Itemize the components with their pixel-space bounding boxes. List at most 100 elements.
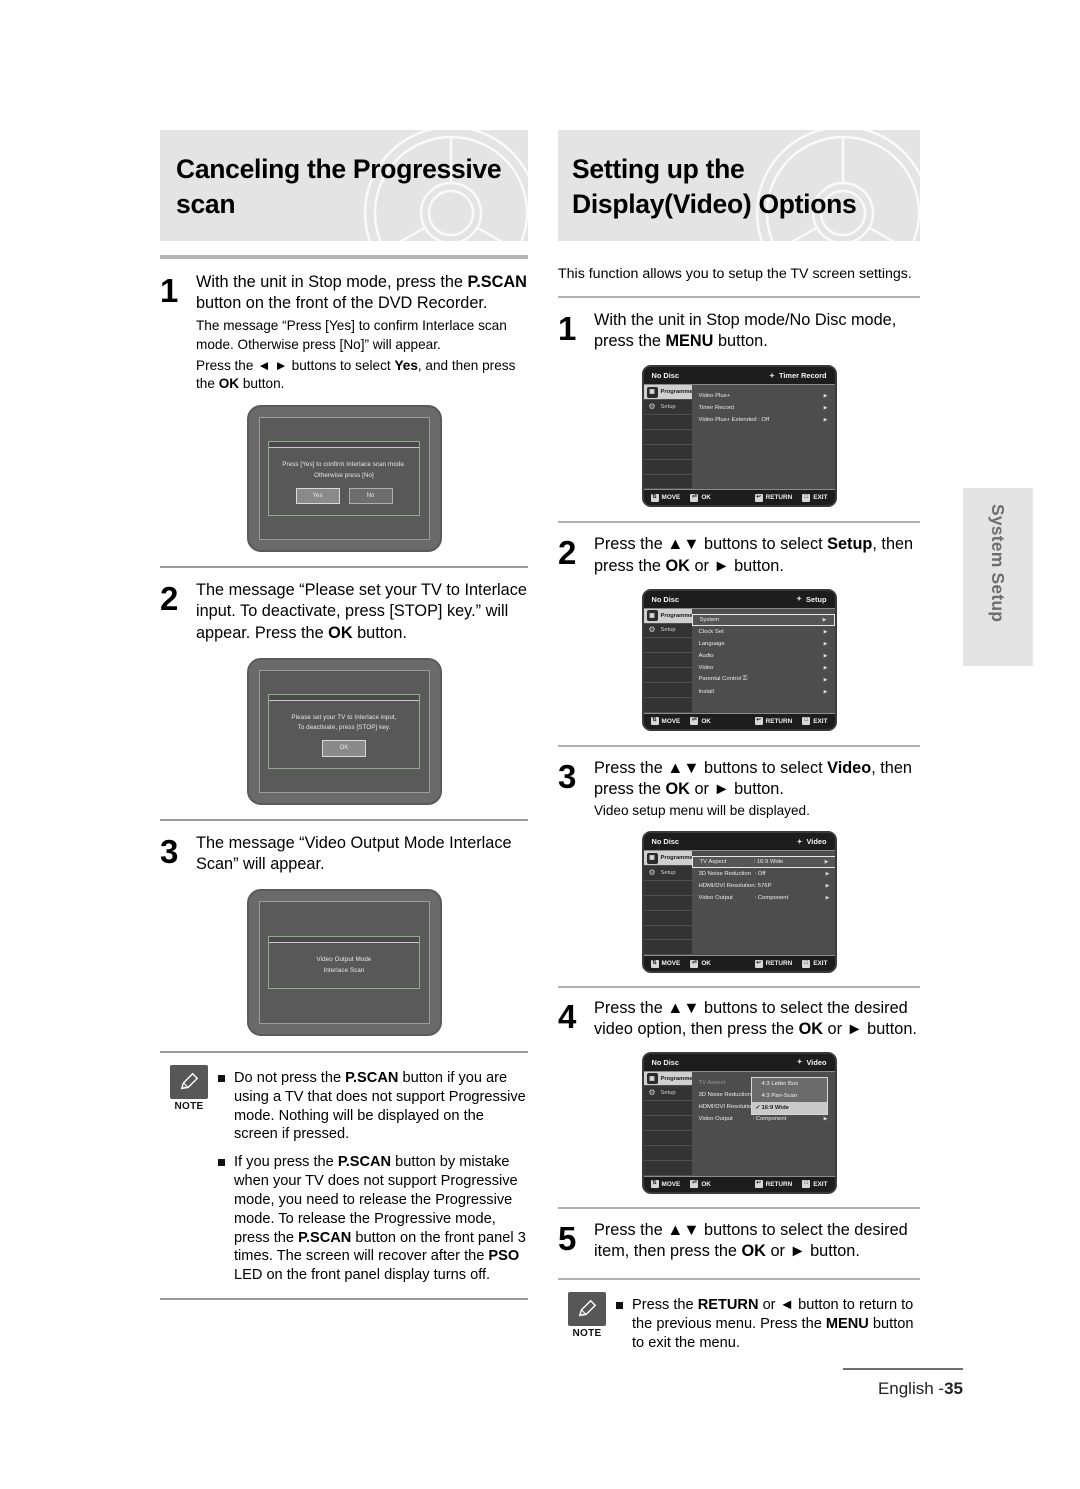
osd-ok-hint: ⏎ OK bbox=[690, 493, 711, 502]
pencil-glyph-icon bbox=[578, 1299, 597, 1317]
left-step-2: 2 The message “Please set your TV to Int… bbox=[160, 580, 528, 644]
osd-menu-item[interactable]: Clock Set ▶ bbox=[692, 626, 835, 638]
sidebar-item-programme[interactable]: ▣ Programme bbox=[643, 385, 693, 401]
n2g: LED on the front panel display turns off… bbox=[234, 1267, 491, 1284]
sidebar-blank bbox=[643, 940, 692, 956]
side-tab-label: System Setup bbox=[988, 504, 1008, 623]
dropdown-option-16-9-wide[interactable]: ✓ 16:9 Wide bbox=[751, 1101, 827, 1114]
tv-yes-button[interactable]: Yes bbox=[295, 487, 340, 505]
footer-text: English -35 bbox=[843, 1379, 963, 1399]
osd-menu-item[interactable]: Video Plus+ Extended : Off ▶ bbox=[692, 414, 835, 426]
osd-menu-item[interactable]: Audio ▶ bbox=[692, 650, 835, 662]
tv-dialog-1: Press [Yes] to confirm Interlace scan mo… bbox=[268, 441, 420, 517]
n1b: P.SCAN bbox=[345, 1070, 399, 1087]
tv-ok-button[interactable]: OK bbox=[322, 740, 366, 757]
left-step-2-number: 2 bbox=[160, 580, 179, 618]
osd-menu-item[interactable]: HDMI/DVI Resolution: 576P ▶ bbox=[692, 880, 835, 892]
osd-menu-item[interactable]: Language ▶ bbox=[692, 638, 835, 650]
ok-icon: ⏎ bbox=[690, 959, 699, 968]
osd-menu-item-label: Video Output bbox=[698, 895, 733, 902]
osd-return-label: RETURN bbox=[765, 717, 793, 725]
footer-rule bbox=[843, 1368, 963, 1370]
osd-1-sidebar: ▣ Programme ⚙ Setup bbox=[643, 385, 693, 490]
sidebar-blank bbox=[643, 698, 692, 713]
sidebar-item-setup[interactable]: ⚙ Setup bbox=[643, 1086, 692, 1102]
osd-2-topbar: No Disc ✦ Setup bbox=[643, 590, 835, 609]
r1-menu: MENU bbox=[665, 332, 714, 351]
osd-menu-item[interactable]: Timer Record ▶ bbox=[692, 402, 835, 414]
left-note-item-1-text: Do not press the P.SCAN button if you ar… bbox=[234, 1069, 528, 1144]
diamond-icon: ✦ bbox=[796, 1059, 803, 1067]
right-step-4-text: Press the ▲▼ buttons to select the desir… bbox=[594, 998, 920, 1040]
bullet-icon bbox=[218, 1075, 225, 1083]
tv-aspect-dropdown[interactable]: 4:3 Letter Box 4:3 Pan-Scan ✓ 16:9 Wide bbox=[750, 1076, 828, 1115]
osd-menu-item[interactable]: 3D Noise Reduction: Off ▶ bbox=[692, 868, 835, 880]
tv-dialog-3-line2: Interlace Scan bbox=[323, 967, 365, 975]
right-note-body: Press the RETURN or ◄ button to return t… bbox=[616, 1292, 920, 1361]
osd-1-middle: ▣ Programme ⚙ Setup Video Plus+ ▶ Timer Rec… bbox=[643, 385, 835, 490]
osd-menu-item-label: 3D Noise Reduction bbox=[698, 871, 751, 878]
rn-menu: MENU bbox=[825, 1315, 869, 1332]
rn-return: RETURN bbox=[697, 1296, 759, 1313]
chevron-right-icon: ▶ bbox=[823, 405, 828, 412]
osd-menu-item-label: Video bbox=[698, 664, 714, 671]
pencil-glyph-icon bbox=[180, 1072, 199, 1090]
osd-exit-label: EXIT bbox=[813, 1180, 828, 1188]
left-step-1-text-a: With the unit in Stop mode, press the bbox=[196, 273, 468, 291]
right-divider-2 bbox=[558, 744, 920, 747]
move-icon: ⇅ bbox=[650, 1180, 659, 1189]
sidebar-blank bbox=[643, 896, 692, 911]
osd-menu-item-value: : Component bbox=[754, 895, 789, 902]
osd-menu-item-selected[interactable]: TV Aspect: 16:9 Wide ▶ bbox=[691, 856, 835, 869]
osd-move-hint: ⇅ MOVE bbox=[650, 959, 680, 968]
osd-menu-item[interactable]: Video Plus+ ▶ bbox=[692, 390, 835, 402]
tv-frame: Press [Yes] to confirm Interlace scan mo… bbox=[246, 405, 442, 553]
osd-3-topbar: No Disc ✦ Video bbox=[643, 833, 835, 852]
chevron-right-icon: ▶ bbox=[825, 883, 830, 890]
osd-3-header-group: ✦ Video bbox=[797, 837, 827, 846]
sidebar-item-programme[interactable]: ▣ Programme bbox=[643, 1071, 693, 1087]
osd-move-label: MOVE bbox=[661, 1180, 681, 1188]
right-step-1-number: 1 bbox=[558, 310, 577, 347]
osd-exit-label: EXIT bbox=[813, 960, 828, 968]
dropdown-option-label: 4:3 Pan-Scan bbox=[761, 1092, 798, 1099]
diamond-icon: ✦ bbox=[769, 372, 775, 380]
osd-menu-item[interactable]: Parental Control ⚿ ▶ bbox=[692, 674, 835, 686]
right-note-label: NOTE bbox=[572, 1327, 602, 1339]
left-column: Canceling the Progressive scan 1 With th… bbox=[160, 130, 528, 1300]
left-divider-top bbox=[160, 255, 528, 259]
right-divider-5 bbox=[558, 1277, 920, 1280]
rn-a: Press the bbox=[632, 1296, 698, 1313]
osd-menu-item-selected[interactable]: System ▶ bbox=[691, 613, 835, 626]
sidebar-item-programme-label: Programme bbox=[660, 612, 693, 619]
osd-menu-item[interactable]: Video ▶ bbox=[692, 662, 835, 674]
chevron-right-icon: ▶ bbox=[824, 859, 829, 866]
sidebar-item-setup[interactable]: ⚙ Setup bbox=[643, 400, 692, 416]
left-step-3-number: 3 bbox=[160, 832, 179, 870]
dropdown-option-4-3-letter-box[interactable]: 4:3 Letter Box bbox=[751, 1077, 827, 1090]
right-title-line-1: Setting up the bbox=[572, 154, 745, 184]
left-step-1-sub-1: The message “Press [Yes] to confirm Inte… bbox=[196, 318, 507, 352]
osd-3-list: TV Aspect: 16:9 Wide ▶ 3D Noise Reduction… bbox=[691, 851, 835, 956]
left-step-1-sub2-a: Press the ◄ ► buttons to select bbox=[196, 357, 395, 373]
programme-icon: ▣ bbox=[646, 610, 658, 622]
osd-2-disc-status: No Disc bbox=[651, 594, 680, 604]
dropdown-option-4-3-pan-scan[interactable]: 4:3 Pan-Scan bbox=[751, 1089, 827, 1102]
tv-no-button[interactable]: No bbox=[348, 487, 393, 505]
osd-return-label: RETURN bbox=[765, 960, 793, 968]
sidebar-item-setup[interactable]: ⚙ Setup bbox=[643, 624, 692, 639]
sidebar-blank bbox=[643, 653, 692, 669]
left-step-1-yes: Yes bbox=[394, 357, 418, 373]
left-tv-screenshot-1: Press [Yes] to confirm Interlace scan mo… bbox=[160, 405, 528, 553]
sidebar-item-programme[interactable]: ▣ Programme bbox=[643, 851, 693, 867]
osd-1-list: Video Plus+ ▶ Timer Record ▶ Video Plus+ E… bbox=[691, 385, 835, 490]
left-step-1-sub2-e: button. bbox=[239, 375, 285, 391]
sidebar-item-setup[interactable]: ⚙ Setup bbox=[643, 866, 692, 881]
sidebar-item-programme[interactable]: ▣ Programme bbox=[643, 608, 693, 624]
osd-menu-item[interactable]: Install ▶ bbox=[692, 686, 835, 698]
right-step-5-text: Press the ▲▼ buttons to select the desir… bbox=[594, 1220, 920, 1262]
osd-menu-item[interactable]: Video Output: Component ▶ bbox=[692, 892, 835, 904]
sidebar-item-setup-label: Setup bbox=[660, 627, 676, 634]
osd-ok-label: OK bbox=[701, 1180, 711, 1188]
osd-ok-hint: ⏎ OK bbox=[690, 959, 711, 968]
